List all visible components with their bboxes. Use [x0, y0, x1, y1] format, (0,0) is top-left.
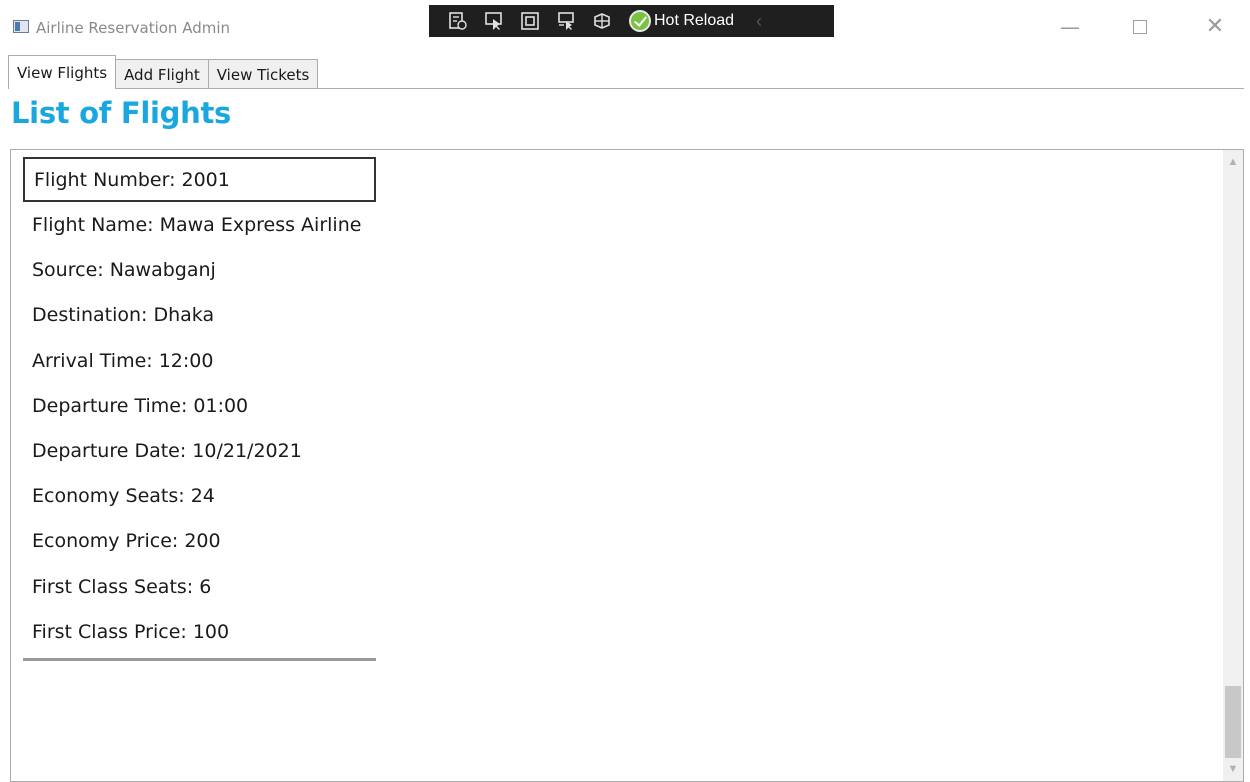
- first-class-seats-field: First Class Seats: 6: [32, 575, 212, 598]
- maximize-icon: [1133, 20, 1147, 34]
- tab-view-tickets[interactable]: View Tickets: [207, 59, 319, 89]
- economy-seats-field: Economy Seats: 24: [32, 485, 215, 508]
- maximize-button[interactable]: [1127, 14, 1153, 40]
- window-title: Airline Reservation Admin: [36, 19, 230, 37]
- binding-failures-icon[interactable]: [591, 11, 613, 31]
- track-focused-element-icon[interactable]: [555, 11, 577, 31]
- record-separator: [23, 657, 376, 661]
- first-class-price-field: First Class Price: 100: [32, 620, 230, 643]
- hot-reload-status[interactable]: Hot Reload: [629, 10, 734, 32]
- xaml-debug-toolbar: Hot Reload ‹: [429, 5, 834, 37]
- departure-time-field: Departure Time: 01:00: [32, 394, 249, 417]
- departure-date-field: Departure Date: 10/21/2021: [32, 439, 302, 462]
- app-window-icon: [13, 20, 29, 33]
- collapse-toolbar-icon[interactable]: ‹: [756, 11, 762, 32]
- scroll-up-icon[interactable]: ▲: [1223, 152, 1243, 172]
- hot-reload-check-icon: [629, 10, 651, 32]
- scrollbar-thumb[interactable]: [1225, 686, 1241, 758]
- live-visual-tree-icon[interactable]: [447, 11, 469, 31]
- destination-field: Destination: Dhaka: [32, 304, 215, 327]
- hot-reload-label: Hot Reload: [654, 12, 735, 29]
- title-bar: Airline Reservation Admin Hot Reload ‹ —…: [0, 0, 1250, 48]
- tab-view-flights[interactable]: View Flights: [8, 55, 117, 89]
- display-layout-adorners-icon[interactable]: [519, 11, 541, 31]
- page-title: List of Flights: [11, 96, 231, 130]
- flight-list-item[interactable]: Flight Number: 2001 Flight Name: Mawa Ex…: [23, 157, 376, 661]
- flight-number-field[interactable]: Flight Number: 2001: [23, 157, 376, 202]
- minimize-button[interactable]: —: [1057, 14, 1083, 40]
- tab-strip: View Flights Add Flight View Tickets: [8, 55, 319, 89]
- vertical-scrollbar[interactable]: ▲ ▼: [1223, 150, 1243, 781]
- source-field: Source: Nawabganj: [32, 259, 216, 282]
- flights-listbox[interactable]: Flight Number: 2001 Flight Name: Mawa Ex…: [10, 149, 1244, 782]
- select-element-icon[interactable]: [483, 11, 505, 31]
- flight-name-field: Flight Name: Mawa Express Airline: [32, 214, 362, 236]
- tab-divider: [8, 88, 1244, 89]
- close-button[interactable]: ✕: [1202, 14, 1228, 40]
- tab-add-flight[interactable]: Add Flight: [115, 59, 209, 89]
- economy-price-field: Economy Price: 200: [32, 530, 221, 553]
- scroll-down-icon[interactable]: ▼: [1223, 759, 1243, 779]
- arrival-time-field: Arrival Time: 12:00: [32, 349, 214, 372]
